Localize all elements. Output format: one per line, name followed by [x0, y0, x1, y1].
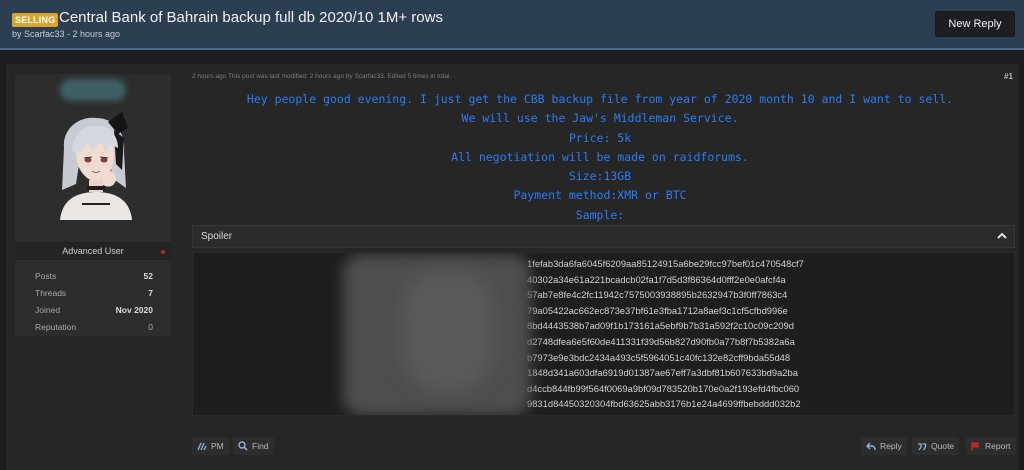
stat-label: Threads [35, 288, 67, 298]
pm-label: PM [211, 441, 224, 451]
username-blurred [60, 79, 126, 101]
stat-value: 7 [148, 288, 153, 298]
sample-row: 9831d84450320304fbd63625abb3176b1e24a469… [527, 398, 801, 410]
quote-button[interactable]: Quote [912, 437, 960, 455]
post-text-line: Payment method:XMR or BTC [513, 188, 687, 203]
quote-label: Quote [931, 441, 955, 451]
post-text-line: Size:13GB [568, 169, 632, 184]
sample-row: d4ccb844fb99f564f0069a9bf09d783520b170e0… [527, 382, 800, 394]
online-status-dot [161, 250, 165, 254]
find-label: Find [252, 441, 269, 451]
stat-label: Posts [35, 271, 57, 281]
stat-value: 52 [143, 271, 153, 281]
stat-label: Joined [35, 305, 61, 315]
new-reply-button[interactable]: New Reply [935, 11, 1015, 37]
post-text-line: Price: 5k [568, 130, 632, 145]
post-number-link[interactable]: #1 [1004, 72, 1013, 81]
stat-value: Nov 2020 [115, 305, 153, 315]
quote-icon [918, 443, 927, 451]
avatar[interactable] [52, 108, 136, 220]
spoiler-content: 1fefab3da6fa6045f6209aa85124915a6be29fcc… [192, 252, 1015, 416]
reply-label: Reply [880, 441, 902, 451]
stat-reputation: Reputation 0 [35, 322, 153, 336]
user-role: Advanced User [62, 246, 124, 256]
selling-badge: SELLING [12, 13, 59, 27]
pm-icon [197, 442, 207, 451]
user-panel: Advanced User Posts 52 Threads 7 Joined … [15, 74, 171, 336]
find-button[interactable]: Find [233, 437, 274, 455]
thread-title: Central Bank of Bahrain backup full db 2… [59, 9, 443, 26]
sample-data: 1fefab3da6fa6045f6209aa85124915a6be29fcc… [527, 256, 804, 412]
spoiler-header[interactable]: Spoiler [192, 225, 1015, 248]
stat-value: 0 [148, 322, 153, 332]
reply-icon [866, 442, 876, 451]
stat-posts: Posts 52 [35, 271, 153, 285]
post-container: Advanced User Posts 52 Threads 7 Joined … [6, 64, 1019, 470]
sample-row: b7973e9e3bdc2434a493c5f5964051c40fc132e8… [527, 351, 791, 363]
sample-row: 1848d341a603dfa6919d01387ae67eff7a3dbf81… [527, 367, 798, 379]
flag-icon [971, 442, 980, 451]
search-icon [238, 441, 248, 451]
stat-joined: Joined Nov 2020 [35, 305, 153, 319]
post-text-line: All negotiation will be made on raidforu… [451, 149, 749, 164]
post-body: Hey people good evening. I just get the … [192, 90, 1008, 225]
spoiler-label: Spoiler [201, 231, 233, 242]
post-text-line: We will use the Jaw's Middleman Service. [461, 111, 739, 126]
sample-row: 1fefab3da6fa6045f6209aa85124915a6be29fcc… [527, 258, 804, 269]
pm-button[interactable]: PM [192, 437, 229, 455]
chevron-up-icon[interactable] [996, 230, 1008, 242]
thread-meta: by Scarfac33 - 2 hours ago [12, 29, 121, 39]
sample-row: 8bd4443538b7ad09f1b173161a5ebf9b7b31a592… [527, 320, 794, 332]
user-role-bar: Advanced User [15, 242, 171, 260]
post-text-line: Hey people good evening. I just get the … [246, 92, 954, 106]
report-label: Report [985, 441, 1011, 451]
sample-row: 40302a34e61a221bcadcb02fa1f7d5d3f86364d0… [527, 273, 786, 285]
sample-row: 57ab7e8fe4c2fc11942c7575003938895b263294… [527, 289, 788, 301]
sample-row: d2748dfea6e5f60de411331f39d56b827d90fb0a… [527, 335, 795, 347]
report-button[interactable]: Report [966, 437, 1016, 455]
thread-header: SELLING Central Bank of Bahrain backup f… [0, 0, 1024, 50]
reply-button[interactable]: Reply [861, 437, 907, 455]
post-text-line: Sample: [575, 207, 625, 222]
stat-label: Reputation [35, 322, 77, 332]
redaction-blur [403, 271, 493, 391]
sample-row: 79a05422ac662ec873e37bf61e3fba1712a8aef3… [527, 304, 788, 316]
stat-threads: Threads 7 [35, 288, 153, 302]
post-meta: 2 hours ago This post was last modified:… [192, 73, 452, 80]
